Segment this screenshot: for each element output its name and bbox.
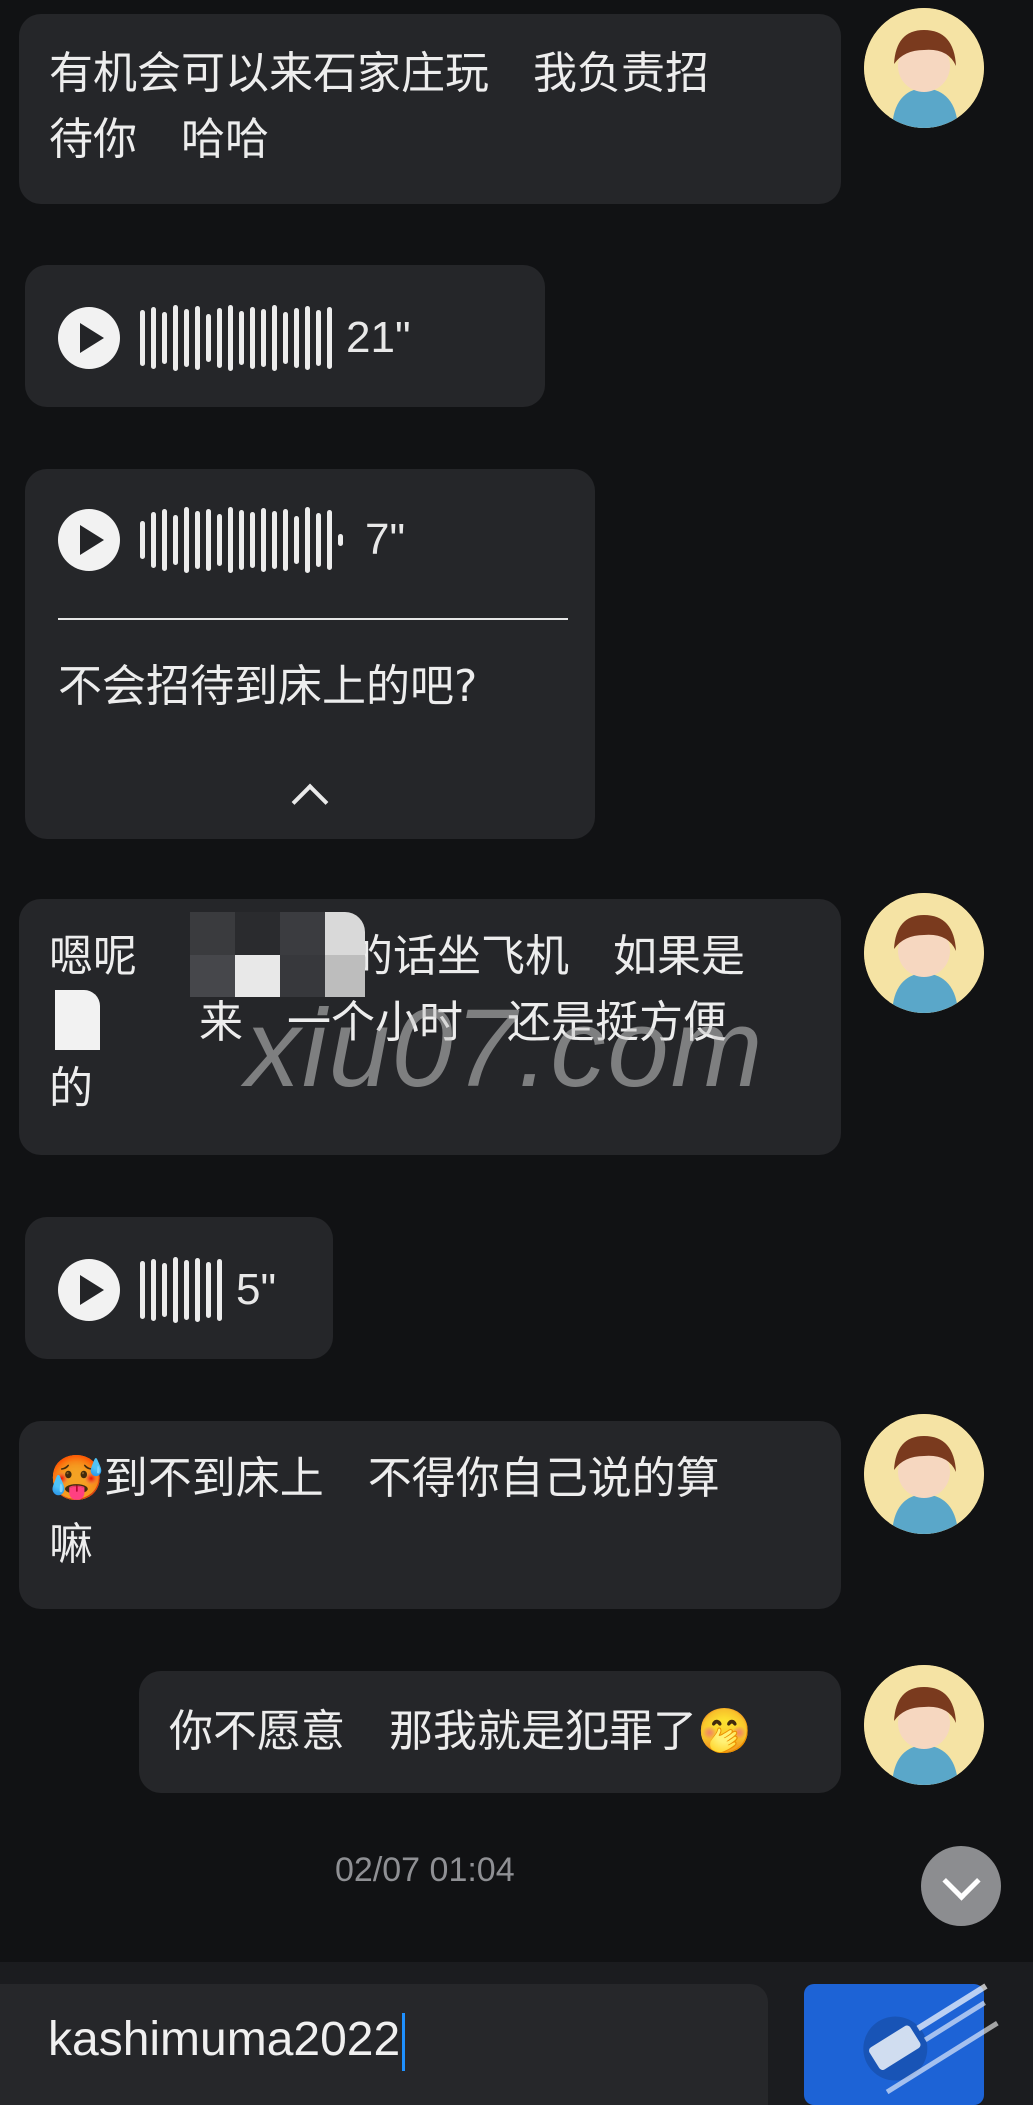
voice-message-2[interactable]: 7" 不会招待到床上的吧?	[25, 469, 595, 839]
emoji: 🤭	[697, 1706, 752, 1757]
play-icon[interactable]	[58, 307, 120, 369]
watermark-text: xiu07.com	[245, 987, 765, 1110]
waveform	[140, 1257, 222, 1323]
message-text-body: 你不愿意 那我就是犯罪了	[169, 1706, 697, 1757]
message-timestamp: 02/07 01:04	[335, 1851, 515, 1889]
play-icon[interactable]	[58, 509, 120, 571]
input-value: kashimuma2022	[48, 2013, 401, 2066]
voice-message-3[interactable]: 5"	[25, 1217, 333, 1359]
play-icon[interactable]	[58, 1259, 120, 1321]
avatar-icon[interactable]	[864, 1665, 984, 1785]
voice-duration: 5"	[236, 1265, 277, 1314]
transcript-text: 不会招待到床上的吧?	[58, 661, 478, 712]
avatar-icon[interactable]	[864, 893, 984, 1013]
message-bubble-4[interactable]: 你不愿意 那我就是犯罪了🤭	[139, 1671, 841, 1793]
message-bubble-3[interactable]: 🥵到不到床上 不得你自己说的算 嘛	[19, 1421, 841, 1609]
emoji: 🥵	[49, 1453, 104, 1504]
text-caret	[402, 2013, 406, 2072]
message-text-part: 嗯呢	[49, 931, 137, 982]
avatar-icon[interactable]	[864, 8, 984, 128]
scroll-to-bottom-button[interactable]	[921, 1846, 1001, 1926]
message-text: 🥵到不到床上 不得你自己说的算 嘛	[49, 1446, 829, 1578]
message-text-part: 的话坐飞机 如果是	[349, 931, 745, 982]
logo-watermark	[830, 1960, 1020, 2100]
message-text-body: 到不到床上 不得你自己说的算 嘛	[49, 1453, 720, 1570]
message-input[interactable]: kashimuma2022	[0, 1984, 768, 2105]
chevron-down-icon	[941, 1861, 981, 1901]
voice-duration: 7"	[365, 515, 406, 564]
transcript-divider	[58, 618, 568, 620]
message-text: 你不愿意 那我就是犯罪了🤭	[169, 1699, 752, 1765]
waveform	[140, 305, 332, 371]
message-bubble-1[interactable]: 有机会可以来石家庄玩 我负责招 待你 哈哈	[19, 14, 841, 204]
message-text: 有机会可以来石家庄玩 我负责招 待你 哈哈	[49, 48, 709, 165]
message-text-part: 的	[49, 1063, 93, 1114]
waveform	[140, 507, 343, 573]
voice-message-1[interactable]: 21"	[25, 265, 545, 407]
avatar-icon[interactable]	[864, 1414, 984, 1534]
redaction-mosaic	[55, 990, 100, 1050]
chevron-up-icon[interactable]	[291, 783, 329, 821]
voice-duration: 21"	[346, 313, 411, 362]
